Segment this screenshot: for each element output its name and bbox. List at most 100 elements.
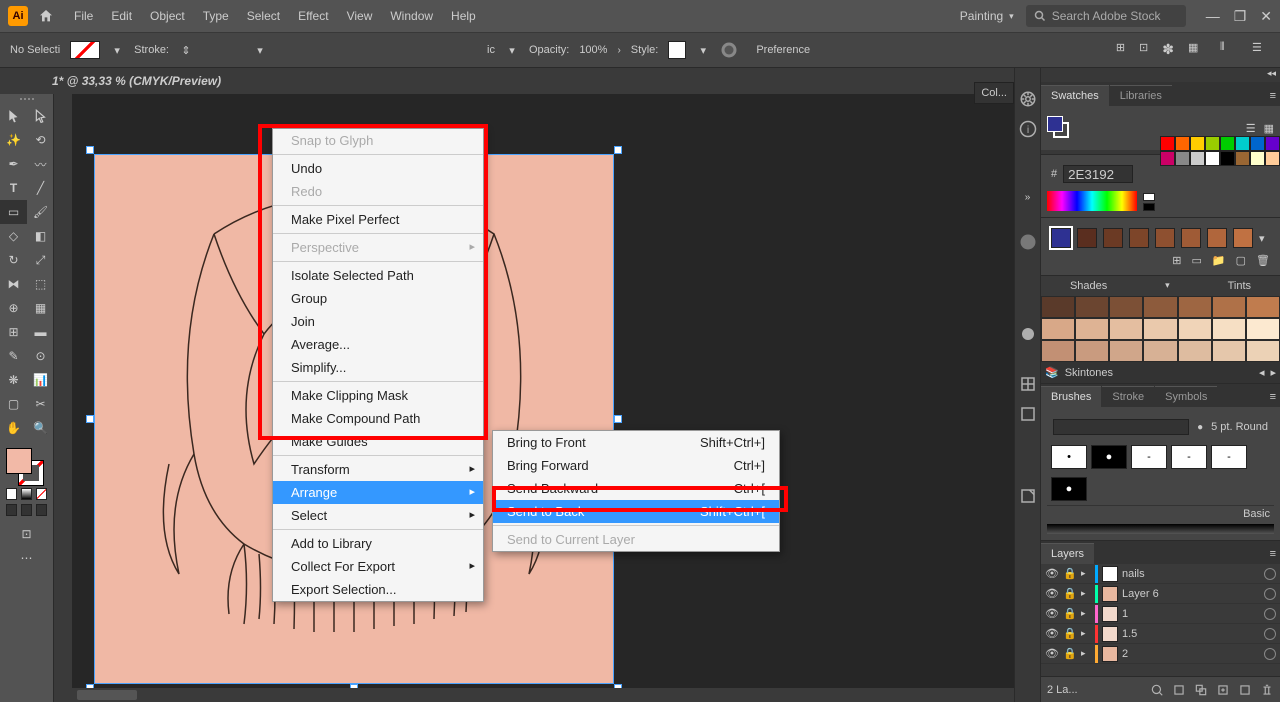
ctx-transform[interactable]: Transform xyxy=(273,458,483,481)
brush-slot[interactable]: ● xyxy=(1091,445,1127,469)
scale-tool[interactable]: ⤢ xyxy=(27,248,54,272)
gradient-swatch[interactable] xyxy=(1155,228,1175,248)
preferences-button[interactable]: Preference xyxy=(756,44,810,56)
shade-cell[interactable] xyxy=(1143,296,1177,318)
swatch-fillstroke[interactable] xyxy=(1047,116,1071,140)
horizontal-scrollbar[interactable] xyxy=(72,688,1020,702)
ctx-average-[interactable]: Average... xyxy=(273,333,483,356)
export-icon[interactable] xyxy=(1019,487,1037,505)
gradient-swatch[interactable] xyxy=(1077,228,1097,248)
shade-cell[interactable] xyxy=(1143,340,1177,362)
ctx-group[interactable]: Group xyxy=(273,287,483,310)
menu-select[interactable]: Select xyxy=(247,9,280,23)
shade-cell[interactable] xyxy=(1178,340,1212,362)
none-mode[interactable] xyxy=(36,488,47,500)
menu-object[interactable]: Object xyxy=(150,9,185,23)
symbol-sprayer-tool[interactable]: ❋ xyxy=(0,368,27,392)
folder-icon[interactable]: 📁 xyxy=(1212,254,1226,267)
layer-row[interactable]: 👁🔒▸1.5 xyxy=(1041,624,1280,644)
new-layer-icon[interactable] xyxy=(1238,683,1252,697)
free-transform-tool[interactable]: ⬚ xyxy=(27,272,54,296)
stroke-profile-dd[interactable]: ▾ xyxy=(253,43,267,57)
menu-help[interactable]: Help xyxy=(451,9,476,23)
canvas-workspace[interactable] xyxy=(54,94,1020,702)
gradient-swatch[interactable] xyxy=(1129,228,1149,248)
rectangle-tool[interactable]: ▭ xyxy=(0,200,27,224)
lock-icon[interactable]: 🔒 xyxy=(1063,607,1077,620)
hand-tool[interactable]: ✋ xyxy=(0,416,27,440)
fill-swatch[interactable] xyxy=(70,41,100,59)
swatch-cell[interactable] xyxy=(1175,136,1190,151)
new-sublayer-icon[interactable] xyxy=(1216,683,1230,697)
blob-icon[interactable] xyxy=(1019,325,1037,343)
swatches-tab[interactable]: Swatches xyxy=(1041,85,1109,106)
shades-tab[interactable]: Shades xyxy=(1070,280,1107,292)
shade-cell[interactable] xyxy=(1178,296,1212,318)
ctx-make-guides[interactable]: Make Guides xyxy=(273,430,483,453)
gradient-swatch[interactable] xyxy=(1207,228,1227,248)
fill-stroke-indicator[interactable] xyxy=(0,446,53,486)
swatch-cell[interactable] xyxy=(1220,136,1235,151)
recolor-panel-icon[interactable] xyxy=(1019,233,1037,251)
shape-builder-tool[interactable]: ⊕ xyxy=(0,296,27,320)
eyedropper-tool[interactable]: ✎ xyxy=(0,344,27,368)
gradient-mode[interactable] xyxy=(21,488,32,500)
align-icon[interactable]: ⊞ xyxy=(1116,41,1125,59)
panel-icon[interactable] xyxy=(1019,405,1037,423)
ctx-select[interactable]: Select xyxy=(273,504,483,527)
brush-slot[interactable]: ● xyxy=(1051,477,1087,501)
panel-icon[interactable]: ⊞ xyxy=(1172,254,1181,267)
shade-cell[interactable] xyxy=(1075,340,1109,362)
target-icon[interactable] xyxy=(1264,628,1276,640)
panel-menu-icon[interactable]: ≡ xyxy=(1266,544,1280,564)
perspective-tool[interactable]: ▦ xyxy=(27,296,54,320)
shade-cell[interactable] xyxy=(1178,318,1212,340)
maximize-button[interactable]: ❐ xyxy=(1234,8,1247,25)
type-tool[interactable]: T xyxy=(0,176,27,200)
layer-name[interactable]: 2 xyxy=(1122,648,1260,660)
arrange-view-icon[interactable]: ⫴ xyxy=(1220,41,1238,59)
recolor-icon[interactable] xyxy=(720,41,738,59)
grid-view-icon[interactable]: ▦ xyxy=(1264,122,1274,135)
brush-slot[interactable]: • xyxy=(1051,445,1087,469)
panel-icon[interactable]: ▭ xyxy=(1192,254,1202,267)
brush-dd[interactable]: ▾ xyxy=(505,43,519,57)
screen-mode[interactable]: ⊡ xyxy=(0,522,53,546)
transform-icon[interactable]: ⊡ xyxy=(1139,41,1148,59)
lasso-tool[interactable]: ⟲ xyxy=(27,128,54,152)
ctx-isolate-selected-path[interactable]: Isolate Selected Path xyxy=(273,264,483,287)
target-icon[interactable] xyxy=(1264,568,1276,580)
delete-icon[interactable] xyxy=(1260,683,1274,697)
width-tool[interactable]: ⧓ xyxy=(0,272,27,296)
libraries-tab[interactable]: Libraries xyxy=(1110,85,1172,106)
shade-cell[interactable] xyxy=(1075,296,1109,318)
style-dd[interactable]: ▾ xyxy=(696,43,710,57)
brushes-tab[interactable]: Brushes xyxy=(1041,386,1101,407)
shade-cell[interactable] xyxy=(1041,318,1075,340)
graph-tool[interactable]: 📊 xyxy=(27,368,54,392)
color-spectrum[interactable] xyxy=(1047,191,1137,211)
wheel-icon[interactable] xyxy=(1019,90,1037,108)
magic-wand-tool[interactable]: ✨ xyxy=(0,128,27,152)
layer-name[interactable]: nails xyxy=(1122,568,1260,580)
brush-slot[interactable]: - xyxy=(1171,445,1207,469)
shade-cell[interactable] xyxy=(1075,318,1109,340)
symbols-tab[interactable]: Symbols xyxy=(1155,386,1217,407)
shade-cell[interactable] xyxy=(1041,340,1075,362)
expand-icon[interactable]: ▸ xyxy=(1081,588,1091,599)
zoom-tool[interactable]: 🔍 xyxy=(27,416,54,440)
menu-file[interactable]: File xyxy=(74,9,93,23)
shade-cell[interactable] xyxy=(1109,340,1143,362)
draw-inside[interactable] xyxy=(36,504,47,516)
selection-tool[interactable] xyxy=(0,104,27,128)
menu-effect[interactable]: Effect xyxy=(298,9,328,23)
blend-tool[interactable]: ⊙ xyxy=(27,344,54,368)
shade-cell[interactable] xyxy=(1246,318,1280,340)
layer-name[interactable]: 1.5 xyxy=(1122,628,1260,640)
ctx-arrange[interactable]: Arrange xyxy=(273,481,483,504)
paintbrush-tool[interactable]: 🖌 xyxy=(27,200,54,224)
ctx-undo[interactable]: Undo xyxy=(273,157,483,180)
home-icon[interactable] xyxy=(38,8,54,24)
gradient-swatch[interactable] xyxy=(1103,228,1123,248)
close-button[interactable]: ✕ xyxy=(1260,8,1272,25)
